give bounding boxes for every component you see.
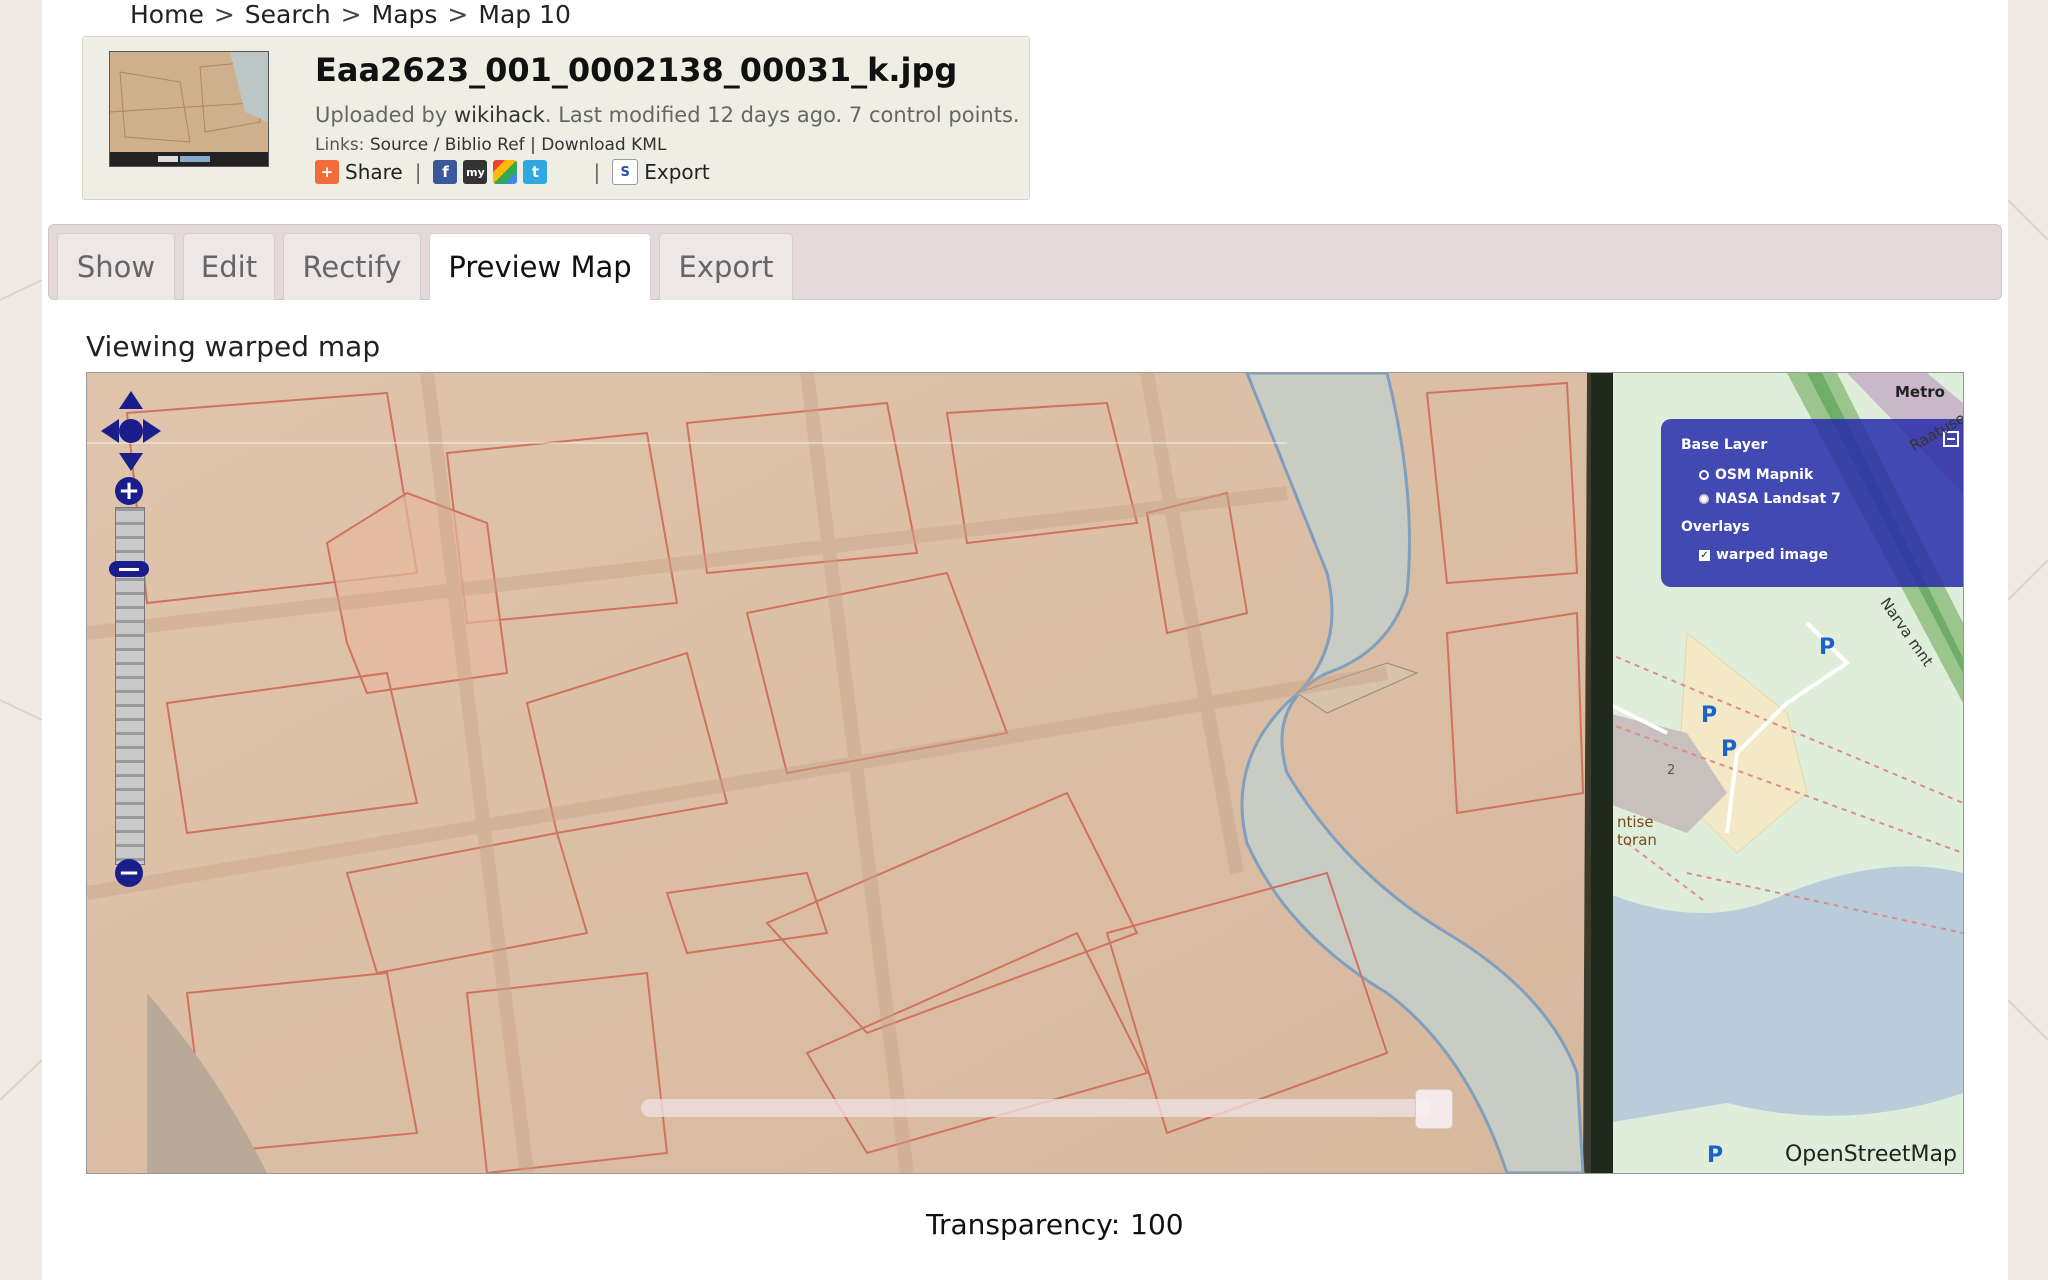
- map-title: Eaa2623_001_0002138_00031_k.jpg: [315, 51, 958, 89]
- transparency-value: 100: [1130, 1208, 1184, 1241]
- breadcrumb-home[interactable]: Home: [130, 0, 204, 29]
- tab-preview-map[interactable]: Preview Map: [429, 233, 651, 300]
- map-meta: Uploaded by wikihack. Last modified 12 d…: [315, 103, 1020, 127]
- divider: |: [414, 160, 422, 184]
- map-viewport[interactable]: + − Base Layer OSM Mapnik NASA Landsat 7…: [86, 372, 1964, 1174]
- link-download-kml[interactable]: Download KML: [541, 135, 666, 155]
- breadcrumb-separator: >: [447, 0, 469, 29]
- parking-icon: P: [1707, 1143, 1724, 1168]
- export-link[interactable]: Export: [644, 160, 709, 184]
- link-biblio[interactable]: Biblio Ref: [445, 135, 525, 155]
- overlay-warped-image[interactable]: ✓ warped image: [1699, 547, 1828, 563]
- base-layer-osm-label: OSM Mapnik: [1715, 467, 1814, 483]
- tab-export[interactable]: Export: [659, 233, 793, 300]
- section-title: Viewing warped map: [86, 330, 381, 363]
- transparency-slider-handle[interactable]: [1415, 1089, 1453, 1129]
- breadcrumb-separator: >: [340, 0, 362, 29]
- share-plus-icon[interactable]: +: [315, 160, 339, 184]
- map-label-poi: ntise: [1617, 813, 1654, 831]
- parking-icon: P: [1819, 635, 1836, 660]
- map-label-metro: Metro: [1895, 383, 1945, 401]
- transparency-slider-track[interactable]: [641, 1099, 1431, 1117]
- share-label[interactable]: Share: [345, 160, 403, 184]
- map-attribution[interactable]: OpenStreetMap: [1785, 1142, 1957, 1167]
- transparency-readout: Transparency: 100: [926, 1208, 1184, 1241]
- pan-control[interactable]: [99, 389, 163, 473]
- links-label: Links:: [315, 135, 365, 155]
- map-label-poi: toran: [1617, 831, 1657, 849]
- parking-icon: P: [1701, 703, 1718, 728]
- meta-prefix: Uploaded by: [315, 103, 448, 127]
- transparency-label: Transparency:: [926, 1208, 1121, 1241]
- meta-suffix: . Last modified 12 days ago. 7 control p…: [544, 103, 1020, 127]
- export-globe-icon[interactable]: S: [612, 159, 639, 185]
- page-content: Home > Search > Maps > Map 10 Eaa2623_00…: [42, 0, 2008, 1280]
- tab-edit[interactable]: Edit: [183, 233, 275, 300]
- breadcrumb-search[interactable]: Search: [245, 0, 331, 29]
- base-layer-landsat[interactable]: NASA Landsat 7: [1699, 491, 1841, 507]
- map-header-card: Eaa2623_001_0002138_00031_k.jpg Uploaded…: [82, 36, 1030, 200]
- link-source[interactable]: Source: [370, 135, 428, 155]
- breadcrumb-separator: >: [213, 0, 235, 29]
- parking-icon: P: [1721, 737, 1738, 762]
- tab-show[interactable]: Show: [57, 233, 175, 300]
- zoom-out-button[interactable]: −: [115, 859, 143, 887]
- map-thumbnail[interactable]: [109, 51, 269, 167]
- zoom-in-button[interactable]: +: [115, 477, 143, 505]
- links-row: Links: Source / Biblio Ref | Download KM…: [315, 135, 667, 155]
- breadcrumb-maps[interactable]: Maps: [372, 0, 438, 29]
- google-icon[interactable]: [493, 160, 518, 184]
- tab-rectify[interactable]: Rectify: [283, 233, 421, 300]
- twitter-icon[interactable]: t: [523, 160, 548, 184]
- overlay-checkbox[interactable]: ✓: [1699, 549, 1710, 561]
- uploader-link[interactable]: wikihack: [454, 103, 545, 127]
- myspace-icon[interactable]: my: [463, 160, 488, 184]
- divider: |: [593, 160, 601, 184]
- base-layer-landsat-label: NASA Landsat 7: [1715, 491, 1841, 507]
- share-row: + Share | f my t | S Export: [315, 159, 710, 185]
- radio-landsat[interactable]: [1699, 494, 1709, 504]
- facebook-icon[interactable]: f: [433, 160, 458, 184]
- tab-bar: Show Edit Rectify Preview Map Export: [48, 224, 2002, 300]
- zoom-slider-handle[interactable]: [109, 561, 149, 577]
- overlay-label: warped image: [1716, 547, 1829, 563]
- radio-osm[interactable]: [1699, 470, 1709, 480]
- base-layer-title: Base Layer: [1681, 437, 1768, 453]
- breadcrumb-current: Map 10: [478, 0, 571, 29]
- map-label-building: 2: [1667, 763, 1676, 778]
- overlays-title: Overlays: [1681, 519, 1750, 535]
- breadcrumb: Home > Search > Maps > Map 10: [130, 0, 571, 29]
- base-layer-osm[interactable]: OSM Mapnik: [1699, 467, 1813, 483]
